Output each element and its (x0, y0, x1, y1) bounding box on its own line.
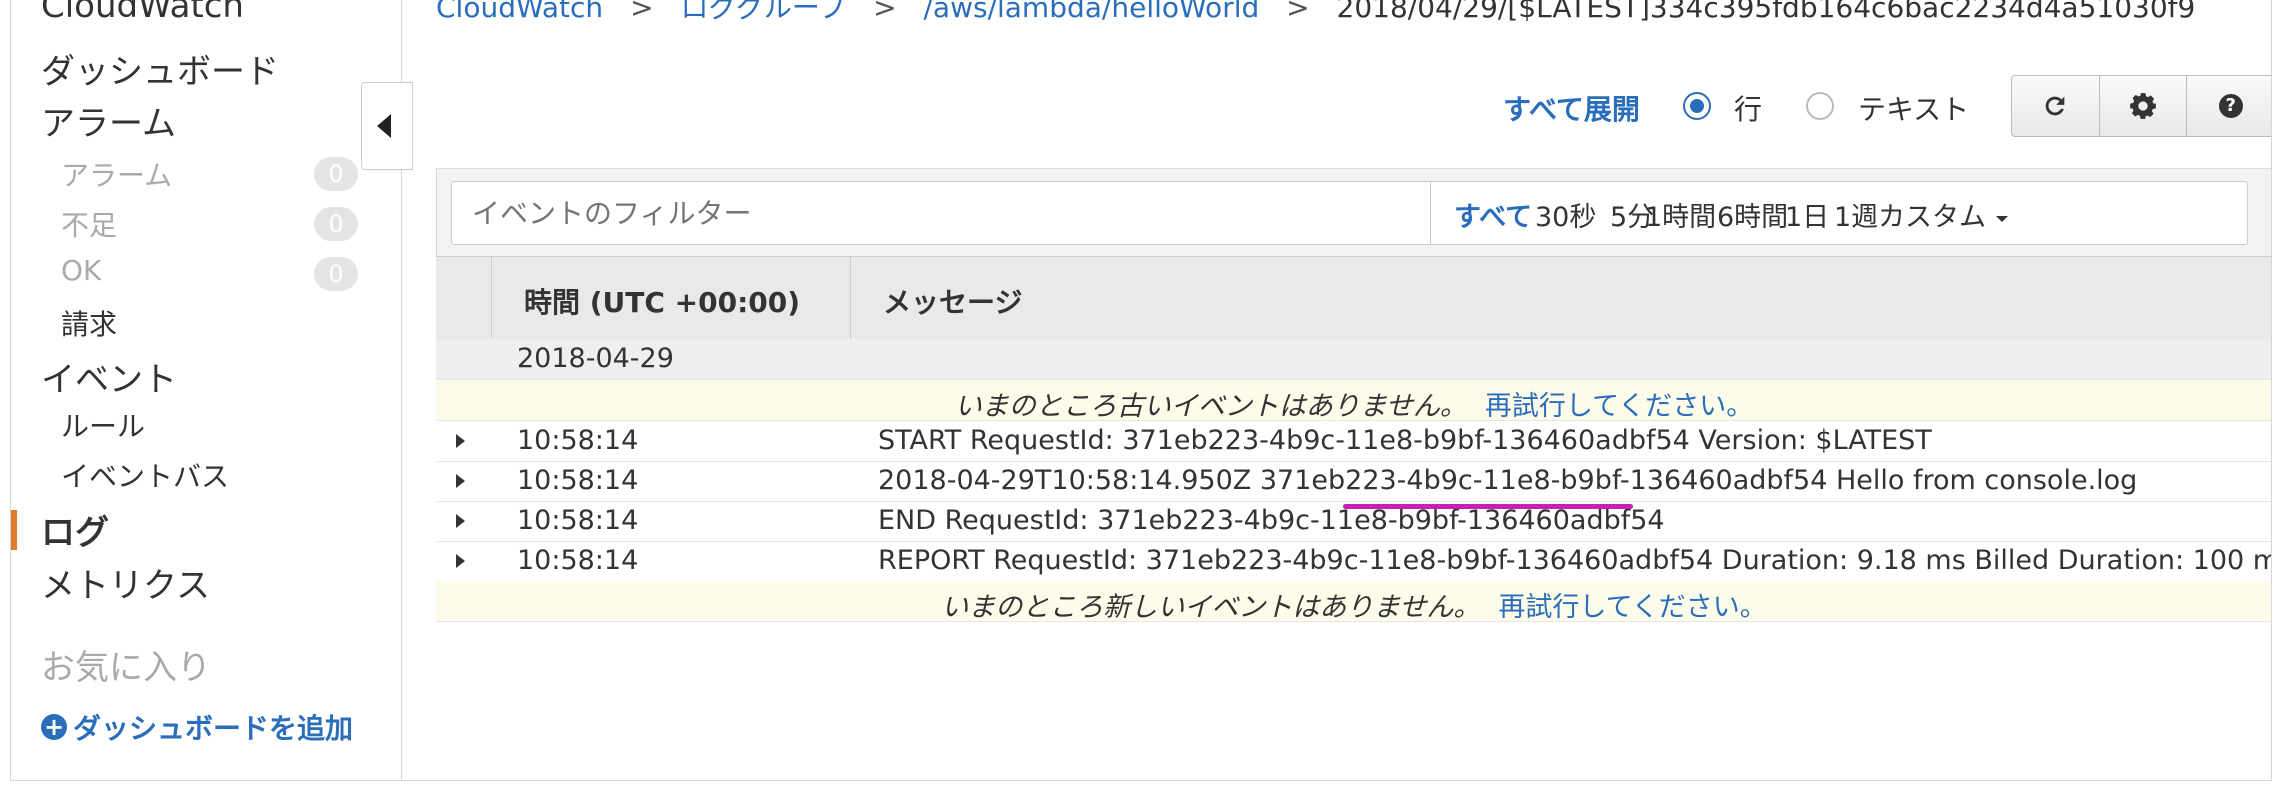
refresh-icon (2045, 96, 2065, 116)
sidebar-item-billing[interactable]: 請求 (61, 303, 117, 343)
breadcrumb-current: 2018/04/29/[$LATEST]334c395fdb164c6bac22… (1336, 0, 2196, 24)
toolbar-button-group: ? (2011, 75, 2271, 137)
range-1w[interactable]: 1週 (1834, 195, 1878, 234)
row-message: END RequestId: 371eb223-4b9c-11e8-b9bf-1… (878, 505, 1665, 536)
caret-left-icon (377, 114, 391, 138)
app-frame: CloudWatch ダッシュボード アラーム アラーム 0 不足 0 OK 0… (10, 0, 2272, 781)
sidebar-collapse-button[interactable] (361, 82, 413, 170)
row-message: START RequestId: 371eb223-4b9c-11e8-b9bf… (878, 425, 1932, 456)
range-6h[interactable]: 6時間 (1717, 195, 1788, 234)
expand-arrow-icon[interactable] (456, 554, 465, 568)
chevron-down-icon (1996, 215, 2008, 222)
view-row-radio[interactable] (1683, 92, 1711, 120)
sidebar-item-dashboard[interactable]: ダッシュボード (41, 44, 279, 93)
sidebar-item-alarm-alarm[interactable]: アラーム (61, 154, 172, 194)
view-text-radio[interactable] (1806, 92, 1834, 120)
breadcrumb-separator: > (1286, 0, 1310, 24)
add-dashboard-link[interactable]: + ダッシュボードを追加 (41, 707, 353, 747)
row-message: 2018-04-29T10:58:14.950Z 371eb223-4b9c-1… (878, 465, 2138, 496)
favorites-heading: お気に入り (41, 648, 211, 688)
expand-arrow-icon[interactable] (456, 474, 465, 488)
range-all[interactable]: すべて (1454, 195, 1532, 234)
table-row[interactable]: 10:58:14 REPORT RequestId: 371eb223-4b9c… (436, 541, 2272, 582)
date-label: 2018-04-29 (517, 343, 674, 374)
notice-old-text: いまのところ古いイベントはありません。 (954, 391, 1467, 421)
filter-panel: すべて 30秒 5分 1時間 6時間 1日 1週 カスタム (436, 168, 2271, 257)
sidebar-title[interactable]: CloudWatch (41, 0, 244, 26)
row-time: 10:58:14 (517, 425, 639, 456)
row-message: REPORT RequestId: 371eb223-4b9c-11e8-b9b… (878, 545, 2272, 576)
ok-count-badge: 0 (314, 257, 358, 291)
notice-row-new: いまのところ新しいイベントはありません。 再試行してください。 (436, 581, 2271, 622)
settings-button[interactable] (2100, 76, 2188, 136)
breadcrumb: CloudWatch > ロググループ > /aws/lambda/helloW… (436, 0, 2195, 26)
date-row: 2018-04-29 (436, 339, 2271, 380)
expand-arrow-icon[interactable] (456, 434, 465, 448)
expand-arrow-icon[interactable] (456, 514, 465, 528)
sidebar-item-alarm-insufficient[interactable]: 不足 (61, 204, 117, 244)
range-1h[interactable]: 1時間 (1645, 195, 1716, 234)
add-dashboard-label: ダッシュボードを追加 (73, 712, 354, 745)
sidebar-item-alarm[interactable]: アラーム (41, 96, 176, 145)
highlight-underline (1343, 504, 1633, 509)
plus-circle-icon: + (41, 714, 67, 740)
breadcrumb-log-group[interactable]: /aws/lambda/helloWorld (923, 0, 1259, 24)
row-time: 10:58:14 (517, 465, 639, 496)
help-button[interactable]: ? (2187, 76, 2271, 136)
alarm-count-badge: 0 (314, 157, 358, 191)
sidebar-item-logs[interactable]: ログ (41, 505, 109, 554)
expand-all-link[interactable]: すべて展開 (1503, 88, 1640, 128)
gear-icon (2130, 93, 2156, 119)
range-30s[interactable]: 30秒 (1535, 195, 1596, 234)
notice-row-old: いまのところ古いイベントはありません。 再試行してください。 (436, 380, 2271, 421)
breadcrumb-cloudwatch[interactable]: CloudWatch (436, 0, 603, 24)
active-indicator (11, 510, 17, 550)
sidebar-item-alarm-ok[interactable]: OK (61, 254, 101, 287)
insufficient-count-badge: 0 (314, 207, 358, 241)
column-header-time[interactable]: 時間 (UTC +00:00) (524, 281, 800, 321)
range-custom-dropdown[interactable]: カスタム (1878, 195, 2008, 234)
notice-new-text: いまのところ新しいイベントはありません。 (941, 592, 1481, 622)
sidebar-item-event-bus[interactable]: イベントバス (61, 455, 229, 495)
sidebar-item-events[interactable]: イベント (41, 352, 177, 401)
column-header-message[interactable]: メッセージ (883, 281, 1022, 321)
retry-link-old[interactable]: 再試行してください。 (1485, 391, 1753, 420)
range-custom-label: カスタム (1878, 202, 1986, 233)
event-filter-input[interactable] (451, 181, 1431, 245)
row-time: 10:58:14 (517, 505, 639, 536)
refresh-button[interactable] (2012, 76, 2100, 136)
time-range-selector: すべて 30秒 5分 1時間 6時間 1日 1週 カスタム (1430, 181, 2248, 245)
breadcrumb-separator: > (873, 0, 897, 24)
table-row[interactable]: 10:58:14 2018-04-29T10:58:14.950Z 371eb2… (436, 461, 2271, 502)
help-icon: ? (2218, 94, 2243, 118)
breadcrumb-log-groups[interactable]: ロググループ (680, 0, 846, 24)
sidebar-item-rules[interactable]: ルール (61, 405, 145, 445)
sidebar: CloudWatch ダッシュボード アラーム アラーム 0 不足 0 OK 0… (11, 0, 402, 780)
retry-link-new[interactable]: 再試行してください。 (1498, 592, 1766, 621)
table-header: 時間 (UTC +00:00) メッセージ (436, 256, 2271, 340)
view-text-label: テキスト (1858, 93, 1970, 126)
sidebar-item-metrics[interactable]: メトリクス (41, 558, 210, 607)
range-1d[interactable]: 1日 (1785, 195, 1829, 234)
breadcrumb-separator: > (630, 0, 654, 24)
view-row-label: 行 (1734, 93, 1763, 126)
column-divider (850, 257, 851, 339)
column-divider (491, 257, 492, 339)
row-time: 10:58:14 (517, 545, 639, 576)
table-row[interactable]: 10:58:14 START RequestId: 371eb223-4b9c-… (436, 421, 2271, 462)
